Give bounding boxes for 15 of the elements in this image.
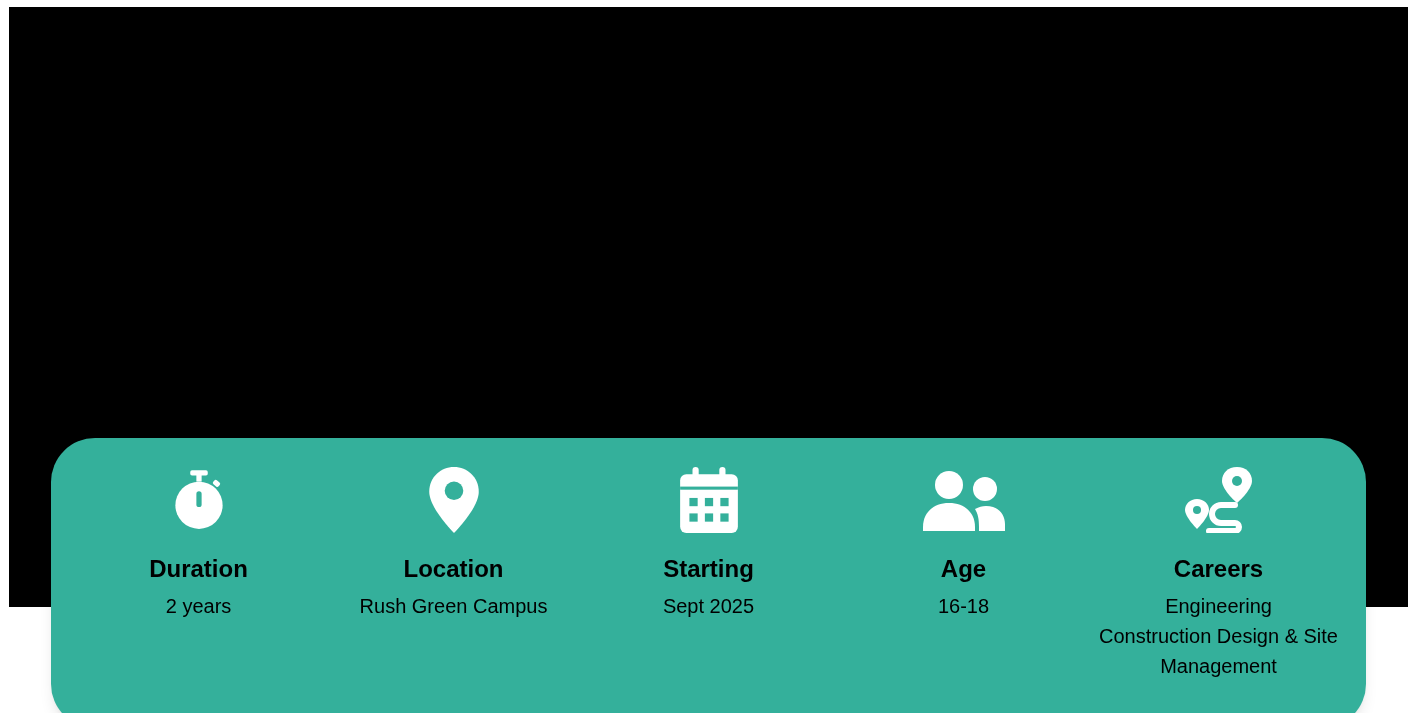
fact-title: Starting [663, 554, 754, 584]
fact-title: Location [403, 554, 504, 584]
fact-value: Construction Design & Site Management [1098, 624, 1339, 679]
fact-title: Careers [1173, 554, 1264, 584]
calendar-icon [679, 467, 738, 533]
fact-title: Duration [149, 554, 248, 584]
map-pin-icon [428, 467, 479, 533]
fact-title: Age [940, 554, 987, 584]
users-icon [922, 469, 1005, 531]
fact-value: Sept 2025 [662, 594, 755, 619]
route-icon [1184, 467, 1253, 533]
fact-value: Engineering [1165, 594, 1272, 619]
fact-value: 16-18 [937, 594, 990, 619]
fact-value: 2 years [165, 594, 232, 619]
fact-value: Rush Green Campus [359, 594, 548, 619]
